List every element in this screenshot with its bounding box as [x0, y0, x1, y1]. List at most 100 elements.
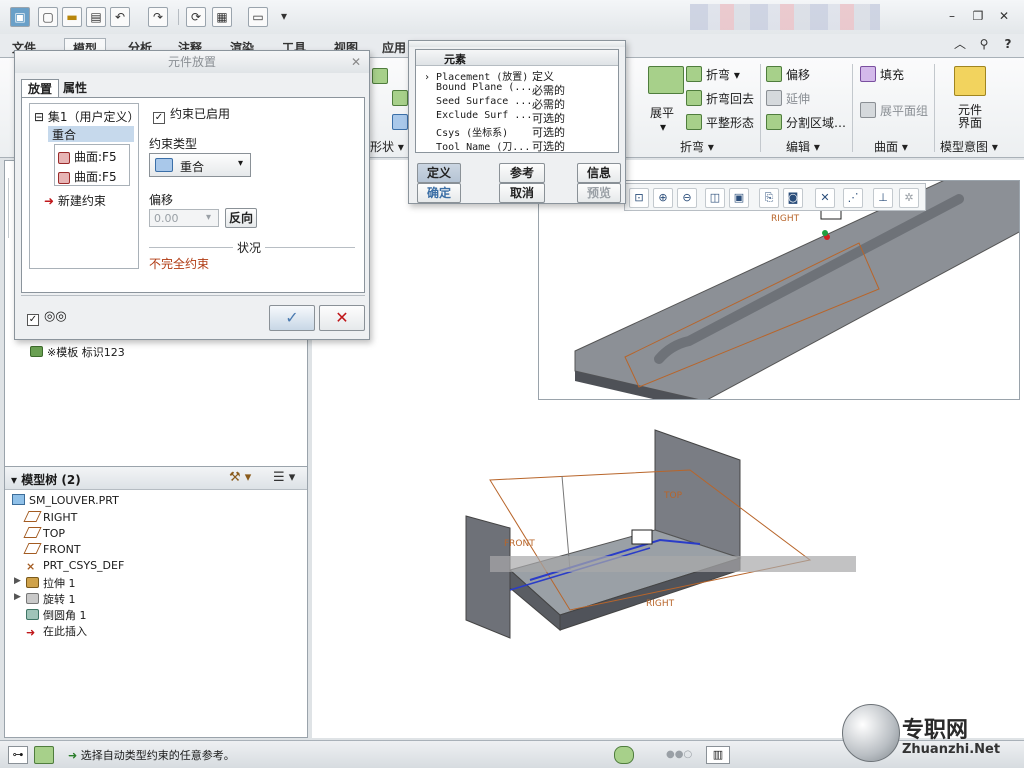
offset-button[interactable]: 偏移 — [766, 66, 810, 83]
csys-display-icon[interactable]: ⊥ — [873, 188, 893, 208]
flat-form-button[interactable]: 平整形态 — [686, 114, 754, 131]
collapse-ribbon-icon[interactable]: ︿ — [952, 36, 968, 52]
flip-button[interactable]: 反向 — [225, 208, 257, 228]
redo-icon[interactable]: ↷ — [148, 7, 168, 27]
zoom-in-icon[interactable]: ⊕ — [653, 188, 673, 208]
refs-button[interactable]: 参考 — [499, 163, 545, 183]
ribbon-divider — [760, 64, 761, 152]
ok-button[interactable]: ✓ — [269, 305, 315, 331]
dialog-titlebar[interactable]: 元件放置 ✕ — [15, 51, 369, 73]
group-edit-label[interactable]: 编辑 ▾ — [786, 138, 820, 155]
flatten-icon[interactable] — [648, 66, 684, 94]
tree-item-front[interactable]: FRONT — [23, 543, 81, 556]
group-surface-label[interactable]: 曲面 ▾ — [874, 138, 908, 155]
constraint-enabled-checkbox[interactable]: ✓ 约束已启用 — [153, 105, 230, 124]
preview-toggle[interactable]: ✓ ◎◎ — [27, 309, 67, 326]
open-folder-icon[interactable]: ▬ — [62, 7, 82, 27]
info-button[interactable]: 信息 — [577, 163, 621, 183]
close-window-icon[interactable]: ▭ — [248, 7, 268, 27]
refit-icon[interactable]: ◫ — [705, 188, 725, 208]
app-icon[interactable]: ▣ — [10, 7, 30, 27]
tab-placement[interactable]: 放置 — [21, 79, 60, 97]
restore-icon[interactable]: ❐ — [970, 8, 986, 24]
tree-item-round[interactable]: 倒圆角 1 — [26, 607, 87, 623]
expand-revolve-icon[interactable]: ▶ — [14, 592, 21, 602]
help-icon[interactable]: ? — [1000, 36, 1016, 52]
saved-views-icon[interactable]: ⎘ — [759, 188, 779, 208]
cancel-button[interactable]: 取消 — [499, 183, 545, 203]
tab-properties[interactable]: 属性 — [57, 79, 93, 97]
component-interface-icon[interactable] — [954, 66, 986, 96]
template-item[interactable]: ※模板 标识123 — [30, 344, 125, 360]
flat-pattern-group-button[interactable]: 展平面组 — [860, 102, 928, 119]
group-bend-label[interactable]: 折弯 ▾ — [680, 138, 714, 155]
model-tree-title[interactable]: ▾ 模型树 (2) — [11, 471, 81, 488]
define-button[interactable]: 定义 — [417, 163, 461, 183]
constraint-set-item[interactable]: ⊟ 集1（用户定义） — [34, 108, 140, 125]
customize-toolbar-icon[interactable]: ▾ — [274, 7, 294, 27]
tree-columns-icon[interactable]: ☰ ▾ — [273, 470, 295, 485]
element-dialog-titlebar[interactable] — [409, 41, 625, 47]
undo-icon[interactable]: ↶ — [110, 7, 130, 27]
ok-button[interactable]: 确定 — [417, 183, 461, 203]
tree-item-top[interactable]: TOP — [23, 527, 65, 540]
tree-item-insert-here[interactable]: ➜ 在此插入 — [26, 623, 87, 639]
regenerate-icon[interactable]: ⟳ — [186, 7, 206, 27]
element-row-tool-name[interactable]: Tool Name (刀... 可选的 — [424, 138, 565, 153]
constraint-item[interactable]: 重合 — [48, 126, 134, 142]
drag-handle-icon[interactable] — [631, 529, 653, 545]
save-icon[interactable]: ▤ — [86, 7, 106, 27]
tree-item-revolve[interactable]: 旋转 1 — [26, 591, 76, 607]
browser-toggle-icon[interactable] — [34, 746, 54, 764]
close-dialog-icon[interactable]: ✕ — [351, 51, 361, 73]
bend-back-button[interactable]: 折弯回去 — [686, 90, 754, 107]
component-preview-window[interactable]: RIGHT — [538, 180, 1020, 400]
element-row-seed-surface[interactable]: Seed Surface ... 必需的 — [424, 96, 565, 111]
split-area-button[interactable]: 分割区域… — [766, 114, 846, 131]
flatten-button[interactable]: 展平 — [650, 104, 674, 121]
message-arrow-icon: ➜ — [68, 749, 78, 762]
new-file-icon[interactable]: ▢ — [38, 7, 58, 27]
cancel-button[interactable]: ✕ — [319, 305, 365, 331]
element-row-csys[interactable]: Csys (坐标系) 可选的 — [424, 124, 565, 139]
close-icon[interactable]: ✕ — [996, 8, 1012, 24]
selection-filter-icon[interactable]: ▥ — [706, 746, 730, 764]
search-icon[interactable]: ⚲ — [976, 36, 992, 52]
element-row-placement[interactable]: › Placement (放置) 定义 — [424, 68, 554, 83]
reference-item[interactable]: 曲面:F5 — [58, 168, 117, 185]
zoom-out-icon[interactable]: ⊖ — [677, 188, 697, 208]
flatten-dropdown-icon[interactable]: ▾ — [660, 120, 666, 134]
display-style-icon[interactable]: ◙ — [783, 188, 803, 208]
zoom-fit-icon[interactable]: ⊡ — [629, 188, 649, 208]
spin-center-icon[interactable]: ✲ — [899, 188, 919, 208]
component-interface-button[interactable]: 元件界面 — [956, 104, 984, 130]
tree-item-part[interactable]: SM_LOUVER.PRT — [12, 494, 119, 507]
element-row-exclude-surf[interactable]: Exclude Surf ... 可选的 — [424, 110, 565, 125]
model-tree-toggle-icon[interactable]: ⊶ — [8, 746, 28, 764]
minimize-icon[interactable]: – — [944, 8, 960, 24]
tree-settings-icon[interactable]: ⚒ ▾ — [229, 470, 251, 485]
expand-extrude-icon[interactable]: ▶ — [14, 576, 21, 586]
view-cube-icon[interactable]: ▣ — [729, 188, 749, 208]
preview-viewport[interactable]: RIGHT — [539, 181, 1020, 400]
tree-item-right[interactable]: RIGHT — [23, 511, 77, 524]
datum-display-icon[interactable]: ✕ — [815, 188, 835, 208]
main-model-viewport[interactable]: TOP FRONT RIGHT — [450, 420, 870, 660]
windows-icon[interactable]: ▦ — [212, 7, 232, 27]
tree-item-extrude[interactable]: 拉伸 1 — [26, 575, 76, 591]
shape-tool-1[interactable] — [372, 68, 392, 84]
extend-button[interactable]: 延伸 — [766, 90, 810, 107]
preview-button[interactable]: 预览 — [577, 183, 621, 203]
element-row-bound-plane[interactable]: Bound Plane (... 必需的 — [424, 82, 565, 97]
constraint-type-select[interactable]: 重合 ▾ — [149, 153, 251, 177]
new-constraint-item[interactable]: ➜ 新建约束 — [44, 192, 106, 209]
bend-button[interactable]: 折弯 ▾ — [686, 66, 740, 83]
regen-status-icon[interactable] — [614, 746, 634, 764]
group-model-intent-label[interactable]: 模型意图 ▾ — [940, 138, 998, 155]
point-display-icon[interactable]: ⋰ — [843, 188, 863, 208]
group-shape-label[interactable]: 形状 ▾ — [370, 138, 404, 155]
fill-button[interactable]: 填充 — [860, 66, 904, 83]
reference-item[interactable]: 曲面:F5 — [58, 148, 117, 165]
offset-input[interactable]: 0.00 ▾ — [149, 209, 219, 227]
tree-item-csys[interactable]: ⨯ PRT_CSYS_DEF — [26, 559, 124, 573]
